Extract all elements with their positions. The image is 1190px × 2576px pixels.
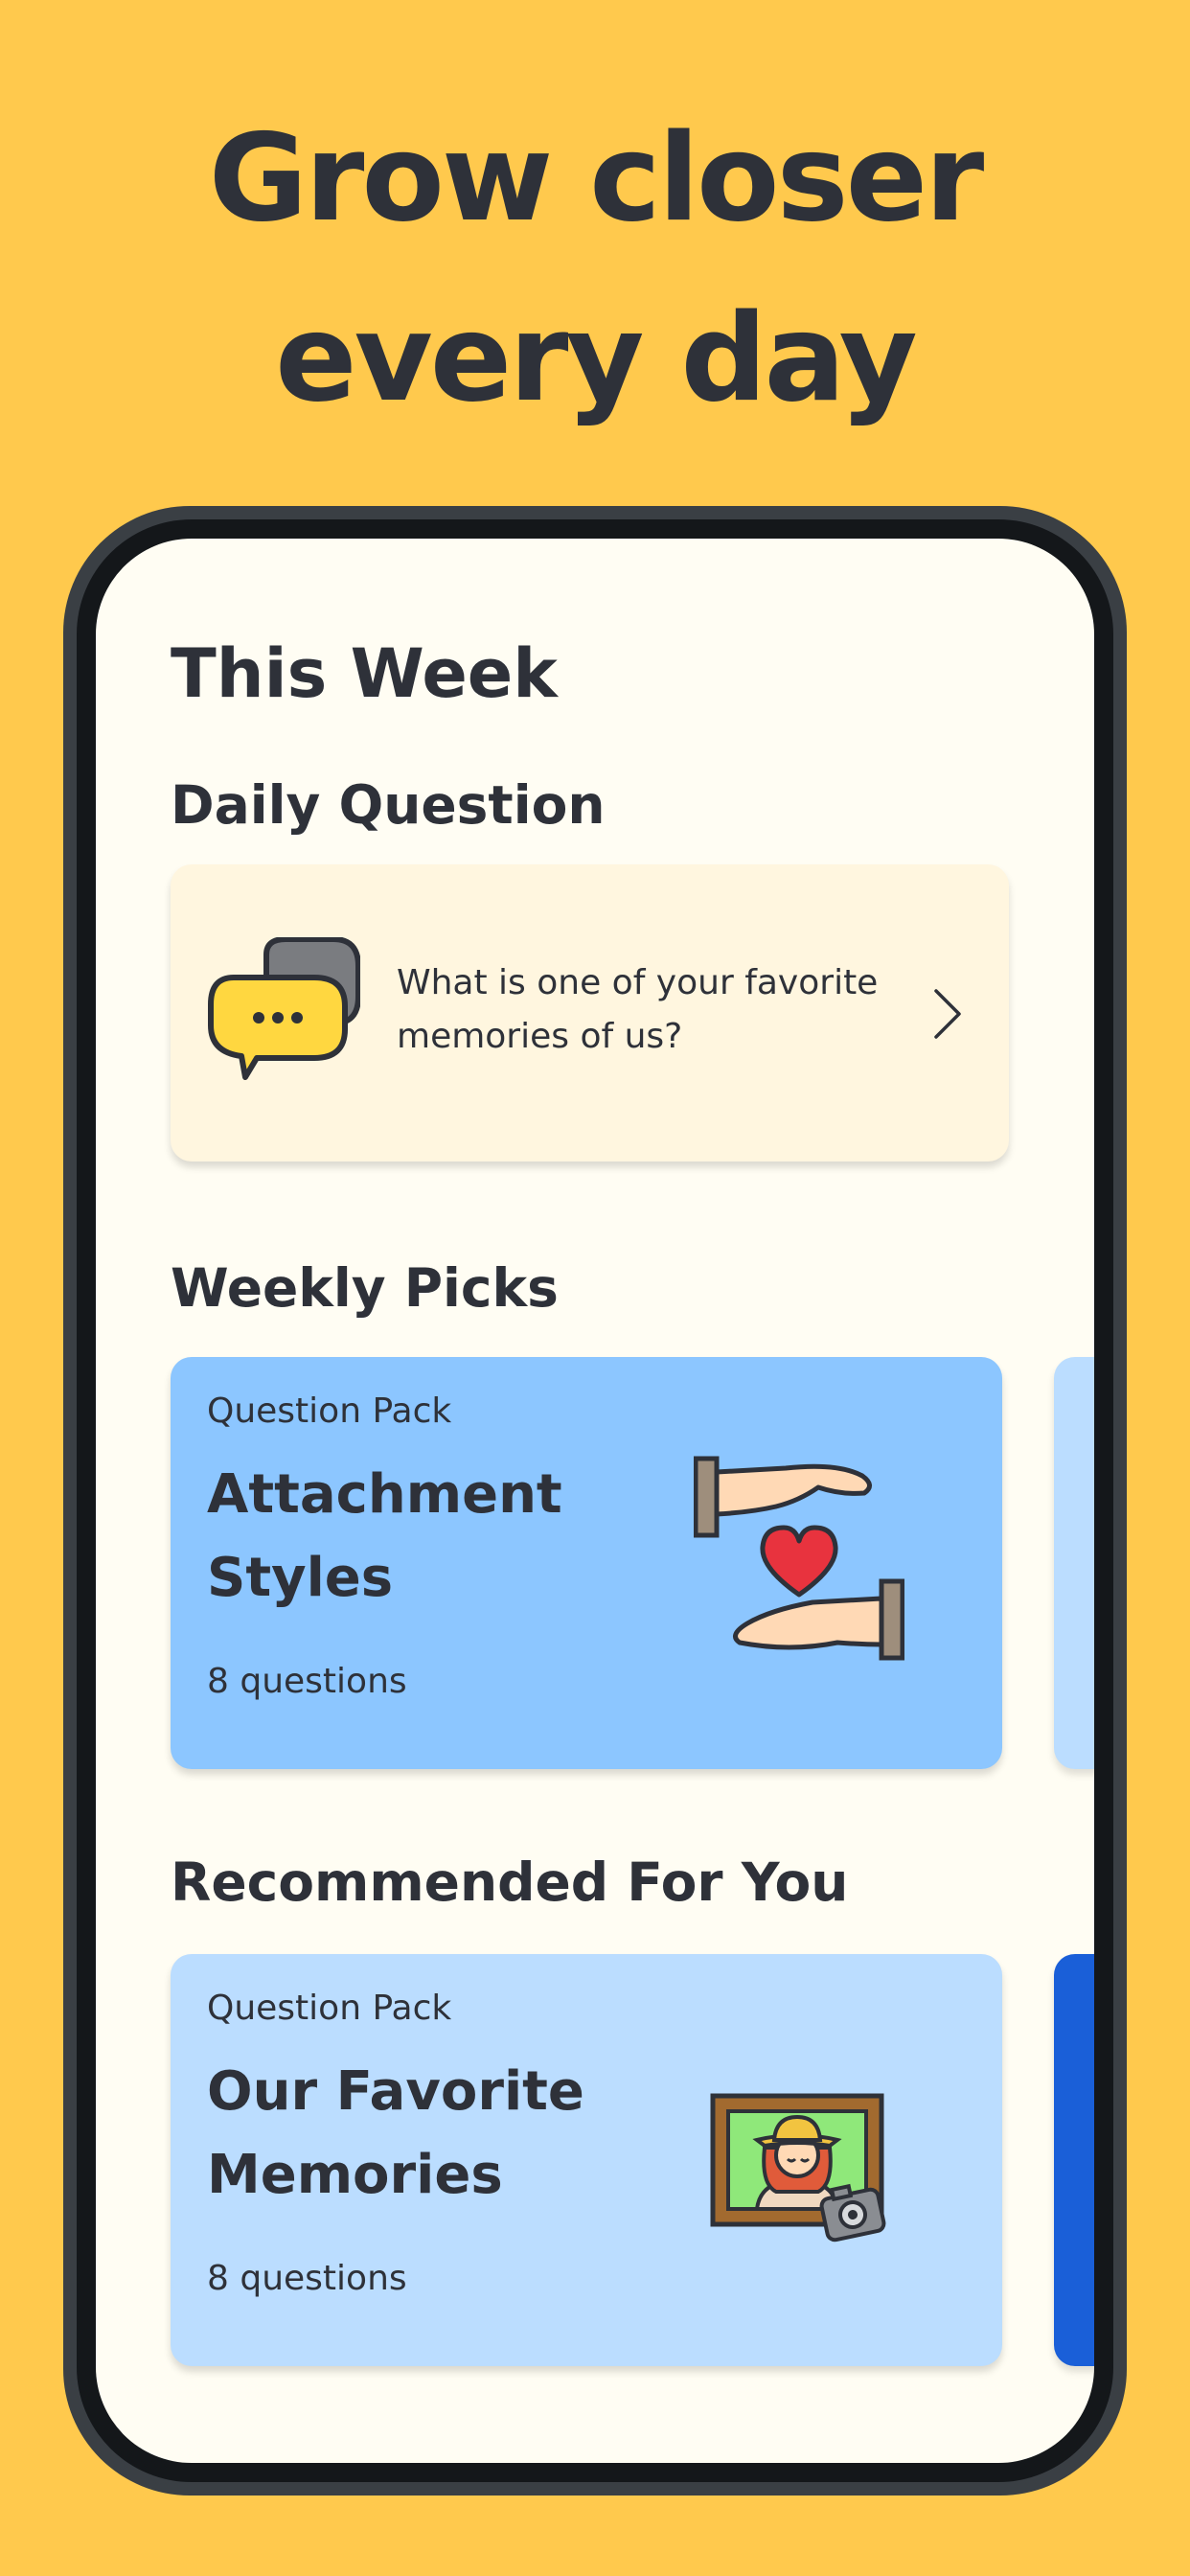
headline: Grow closer every day: [0, 88, 1190, 448]
recommended-heading: Recommended For You: [171, 1852, 849, 1913]
card-kicker: Question Pack: [207, 1392, 452, 1431]
headline-line-1: Grow closer: [208, 107, 984, 248]
favorite-memories-card[interactable]: Question Pack Our Favorite Memories 8 qu…: [171, 1954, 1002, 2366]
chat-bubbles-icon: [208, 937, 360, 1080]
card-title: Our Favorite Memories: [207, 2060, 584, 2206]
daily-question-card[interactable]: What is one of your favorite memories of…: [171, 864, 1009, 1162]
card-question-count: 8 questions: [207, 2259, 407, 2298]
attachment-styles-card[interactable]: Question Pack Attachment Styles 8 questi…: [171, 1357, 1002, 1769]
page-title: This Week: [171, 634, 558, 713]
framed-photo-camera-icon: [710, 2093, 886, 2242]
daily-question-heading: Daily Question: [171, 774, 606, 836]
weekly-picks-heading: Weekly Picks: [171, 1257, 559, 1319]
card-question-count: 8 questions: [207, 1662, 407, 1701]
daily-question-text: What is one of your favorite memories of…: [397, 963, 879, 1056]
weekly-picks-next-card[interactable]: [1054, 1357, 1094, 1769]
phone-bezel: This Week Daily Question What is one of …: [77, 519, 1113, 2482]
chevron-right-icon: [934, 989, 961, 1039]
card-kicker: Question Pack: [207, 1989, 452, 2028]
headline-line-2: every day: [275, 288, 918, 428]
phone-screen: This Week Daily Question What is one of …: [96, 539, 1094, 2463]
hands-heart-icon: [694, 1456, 904, 1661]
recommended-next-card[interactable]: [1054, 1954, 1094, 2366]
card-title: Attachment Styles: [207, 1463, 562, 1609]
phone-frame: This Week Daily Question What is one of …: [63, 506, 1127, 2496]
